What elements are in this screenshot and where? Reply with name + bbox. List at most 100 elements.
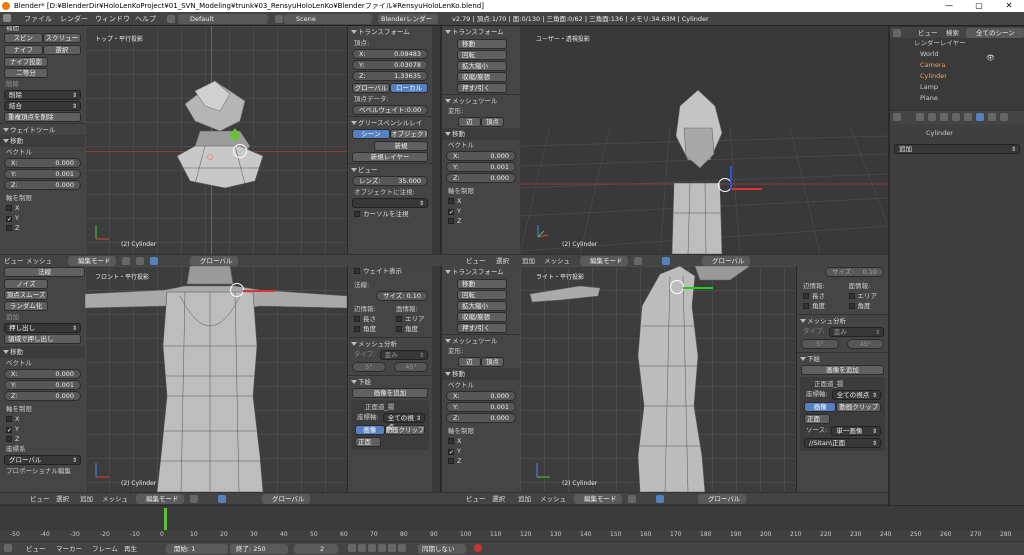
shrink-fatten-button[interactable]: 収縮/膨張	[457, 312, 507, 322]
jump-end-icon[interactable]	[398, 544, 406, 552]
timeline-marker-menu[interactable]: マーカー	[56, 542, 82, 555]
world-tab-icon[interactable]	[952, 113, 960, 121]
lock-object-field[interactable]	[352, 198, 428, 208]
mesh-analysis-header[interactable]: メッシュ分析	[348, 337, 432, 349]
timeline-track[interactable]	[0, 506, 1024, 530]
bg-source-select[interactable]: 単一画像	[831, 426, 881, 436]
orientation-select[interactable]: グローバル	[262, 494, 310, 504]
normals-button[interactable]: 法線	[4, 267, 85, 277]
manipulator-icon[interactable]	[662, 257, 670, 265]
edge-length-checkbox[interactable]: 長さ	[348, 314, 390, 324]
axis-x-checkbox[interactable]: X	[0, 203, 85, 213]
render-engine-selector[interactable]: Blenderレンダー	[378, 14, 438, 24]
manipulator-icon[interactable]	[218, 495, 226, 503]
analysis-type-select[interactable]: 歪み	[828, 327, 884, 337]
properties-editor-icon[interactable]	[893, 113, 901, 121]
visibility-eye-icon[interactable]: 👁	[986, 54, 995, 62]
select-menu[interactable]: 選択	[492, 493, 505, 504]
axis-z-checkbox[interactable]: Z	[0, 223, 85, 233]
normal-size-field[interactable]: サイズ: 0.10	[825, 267, 884, 277]
menu-file[interactable]: ファイル	[24, 12, 52, 26]
mode-select[interactable]: 編集モード	[574, 494, 622, 504]
outliner-item-cylinder[interactable]: Cylinder	[890, 71, 1024, 82]
view-menu[interactable]: ビュー	[466, 493, 486, 504]
shrink-fatten-button[interactable]: 収縮/膨張	[457, 72, 507, 82]
face-area-checkbox[interactable]: エリア	[843, 291, 889, 301]
scene-selector[interactable]: Scene	[284, 14, 372, 24]
scale-button[interactable]: 拡大縮小	[457, 61, 507, 71]
outliner-editor-icon[interactable]	[893, 29, 901, 37]
normal-size-field[interactable]: サイズ: 0.10	[376, 291, 428, 301]
outliner-item-renderlayers[interactable]: レンダーレイヤー	[890, 38, 1024, 49]
gp-object-toggle[interactable]: オブジェクト	[390, 129, 428, 139]
add-menu[interactable]: 追加	[518, 493, 531, 504]
background-images-header[interactable]: 下絵	[348, 375, 432, 387]
timeline-playback-menu[interactable]: 再生	[124, 542, 137, 555]
select-menu[interactable]: 選択	[496, 255, 509, 266]
bg-image-toggle[interactable]: 画像	[804, 402, 837, 412]
slide-vertex-button[interactable]: 頂点	[481, 357, 504, 367]
axis-z-checkbox[interactable]: Z	[0, 434, 85, 444]
screw-button[interactable]: スクリュー	[42, 33, 81, 43]
axis-x-checkbox[interactable]: X	[442, 196, 520, 206]
analysis-type-select[interactable]: 歪み	[379, 350, 428, 360]
mode-select[interactable]: 編集モード	[68, 256, 116, 266]
remove-doubles-button[interactable]: 重複頂点を削除	[4, 112, 81, 122]
outliner-item-world[interactable]: World	[890, 49, 1024, 60]
translate-button[interactable]: 移動	[457, 279, 507, 289]
view-header[interactable]: ビュー	[348, 163, 432, 175]
minimize-button[interactable]: —	[934, 0, 964, 12]
knife-button[interactable]: ナイフ	[4, 45, 43, 55]
vector-x-field[interactable]: X: 0.000	[446, 391, 516, 401]
outliner-view-menu[interactable]: ビュー	[918, 27, 938, 38]
bevel-weight-field[interactable]: ベベルウェイト: 0.00	[352, 105, 428, 115]
axis-z-checkbox[interactable]: Z	[442, 456, 520, 466]
add-modifier-select[interactable]: 追加	[894, 144, 1020, 154]
shading-icon[interactable]	[628, 495, 636, 503]
viewport-user-persp[interactable]: ユーザー・透視投影 (2) Cylinder	[520, 26, 888, 254]
orientation-select[interactable]: グローバル	[4, 455, 81, 465]
transform-header[interactable]: トランスフォーム	[442, 266, 520, 278]
spin-button[interactable]: スピン	[4, 33, 43, 43]
vertex-x-field[interactable]: X: 0.09483	[352, 49, 428, 59]
menu-render[interactable]: レンダー	[60, 12, 88, 26]
edge-angle-checkbox[interactable]: 角度	[797, 301, 843, 311]
vertex-z-field[interactable]: Z: 1.33635	[352, 71, 428, 81]
outliner-search-menu[interactable]: 検索	[946, 27, 959, 38]
menu-window[interactable]: ウィンドウ	[95, 12, 130, 26]
analysis-min-field[interactable]: 5°	[352, 362, 386, 372]
manipulator-icon[interactable]	[150, 257, 158, 265]
axis-y-checkbox[interactable]: ✓ Y	[0, 424, 85, 434]
render-tab-icon[interactable]	[916, 113, 924, 121]
timeline-frame-menu[interactable]: フレーム	[92, 542, 118, 555]
move-operator-header[interactable]: 移動	[442, 128, 520, 140]
vector-z-field[interactable]: Z: 0.000	[446, 413, 516, 423]
vector-z-field[interactable]: Z: 0.000	[446, 173, 516, 183]
menu-help[interactable]: ヘルプ	[135, 12, 156, 26]
face-angle-checkbox[interactable]: 角度	[390, 324, 432, 334]
mesh-analysis-header[interactable]: メッシュ分析	[797, 314, 888, 326]
rotate-button[interactable]: 回転	[457, 50, 507, 60]
orientation-select[interactable]: グローバル	[702, 256, 750, 266]
gp-scene-toggle[interactable]: シーン	[352, 129, 390, 139]
current-frame-field[interactable]: 2	[294, 544, 338, 554]
axis-y-checkbox[interactable]: ✓ Y	[0, 213, 85, 223]
vector-y-field[interactable]: Y: 0.001	[4, 169, 81, 179]
mesh-tools-header[interactable]: メッシュツール	[442, 94, 520, 106]
modifier-tab-icon[interactable]	[976, 113, 984, 121]
bg-front-image[interactable]: 正面	[804, 414, 830, 424]
record-icon[interactable]	[474, 544, 482, 552]
grease-pencil-header[interactable]: グリースペンシルレイ	[348, 116, 432, 128]
add-menu[interactable]: 追加	[522, 255, 535, 266]
lock-cursor-checkbox[interactable]: カーソルを注視	[348, 209, 432, 219]
slide-edge-button[interactable]: 辺	[458, 357, 481, 367]
local-toggle[interactable]: ローカル	[390, 83, 428, 93]
mesh-tools-header[interactable]: メッシュツール	[442, 334, 520, 346]
bg-movieclip-toggle[interactable]: 動画クリップ	[836, 402, 881, 412]
vector-y-field[interactable]: Y: 0.001	[446, 402, 516, 412]
delete-select[interactable]: 削除	[4, 90, 81, 100]
outliner-item-camera[interactable]: Camera	[890, 60, 1024, 71]
add-image-button[interactable]: 画像を追加	[801, 365, 884, 375]
edge-length-checkbox[interactable]: 長さ	[797, 291, 843, 301]
prev-keyframe-icon[interactable]	[358, 544, 366, 552]
